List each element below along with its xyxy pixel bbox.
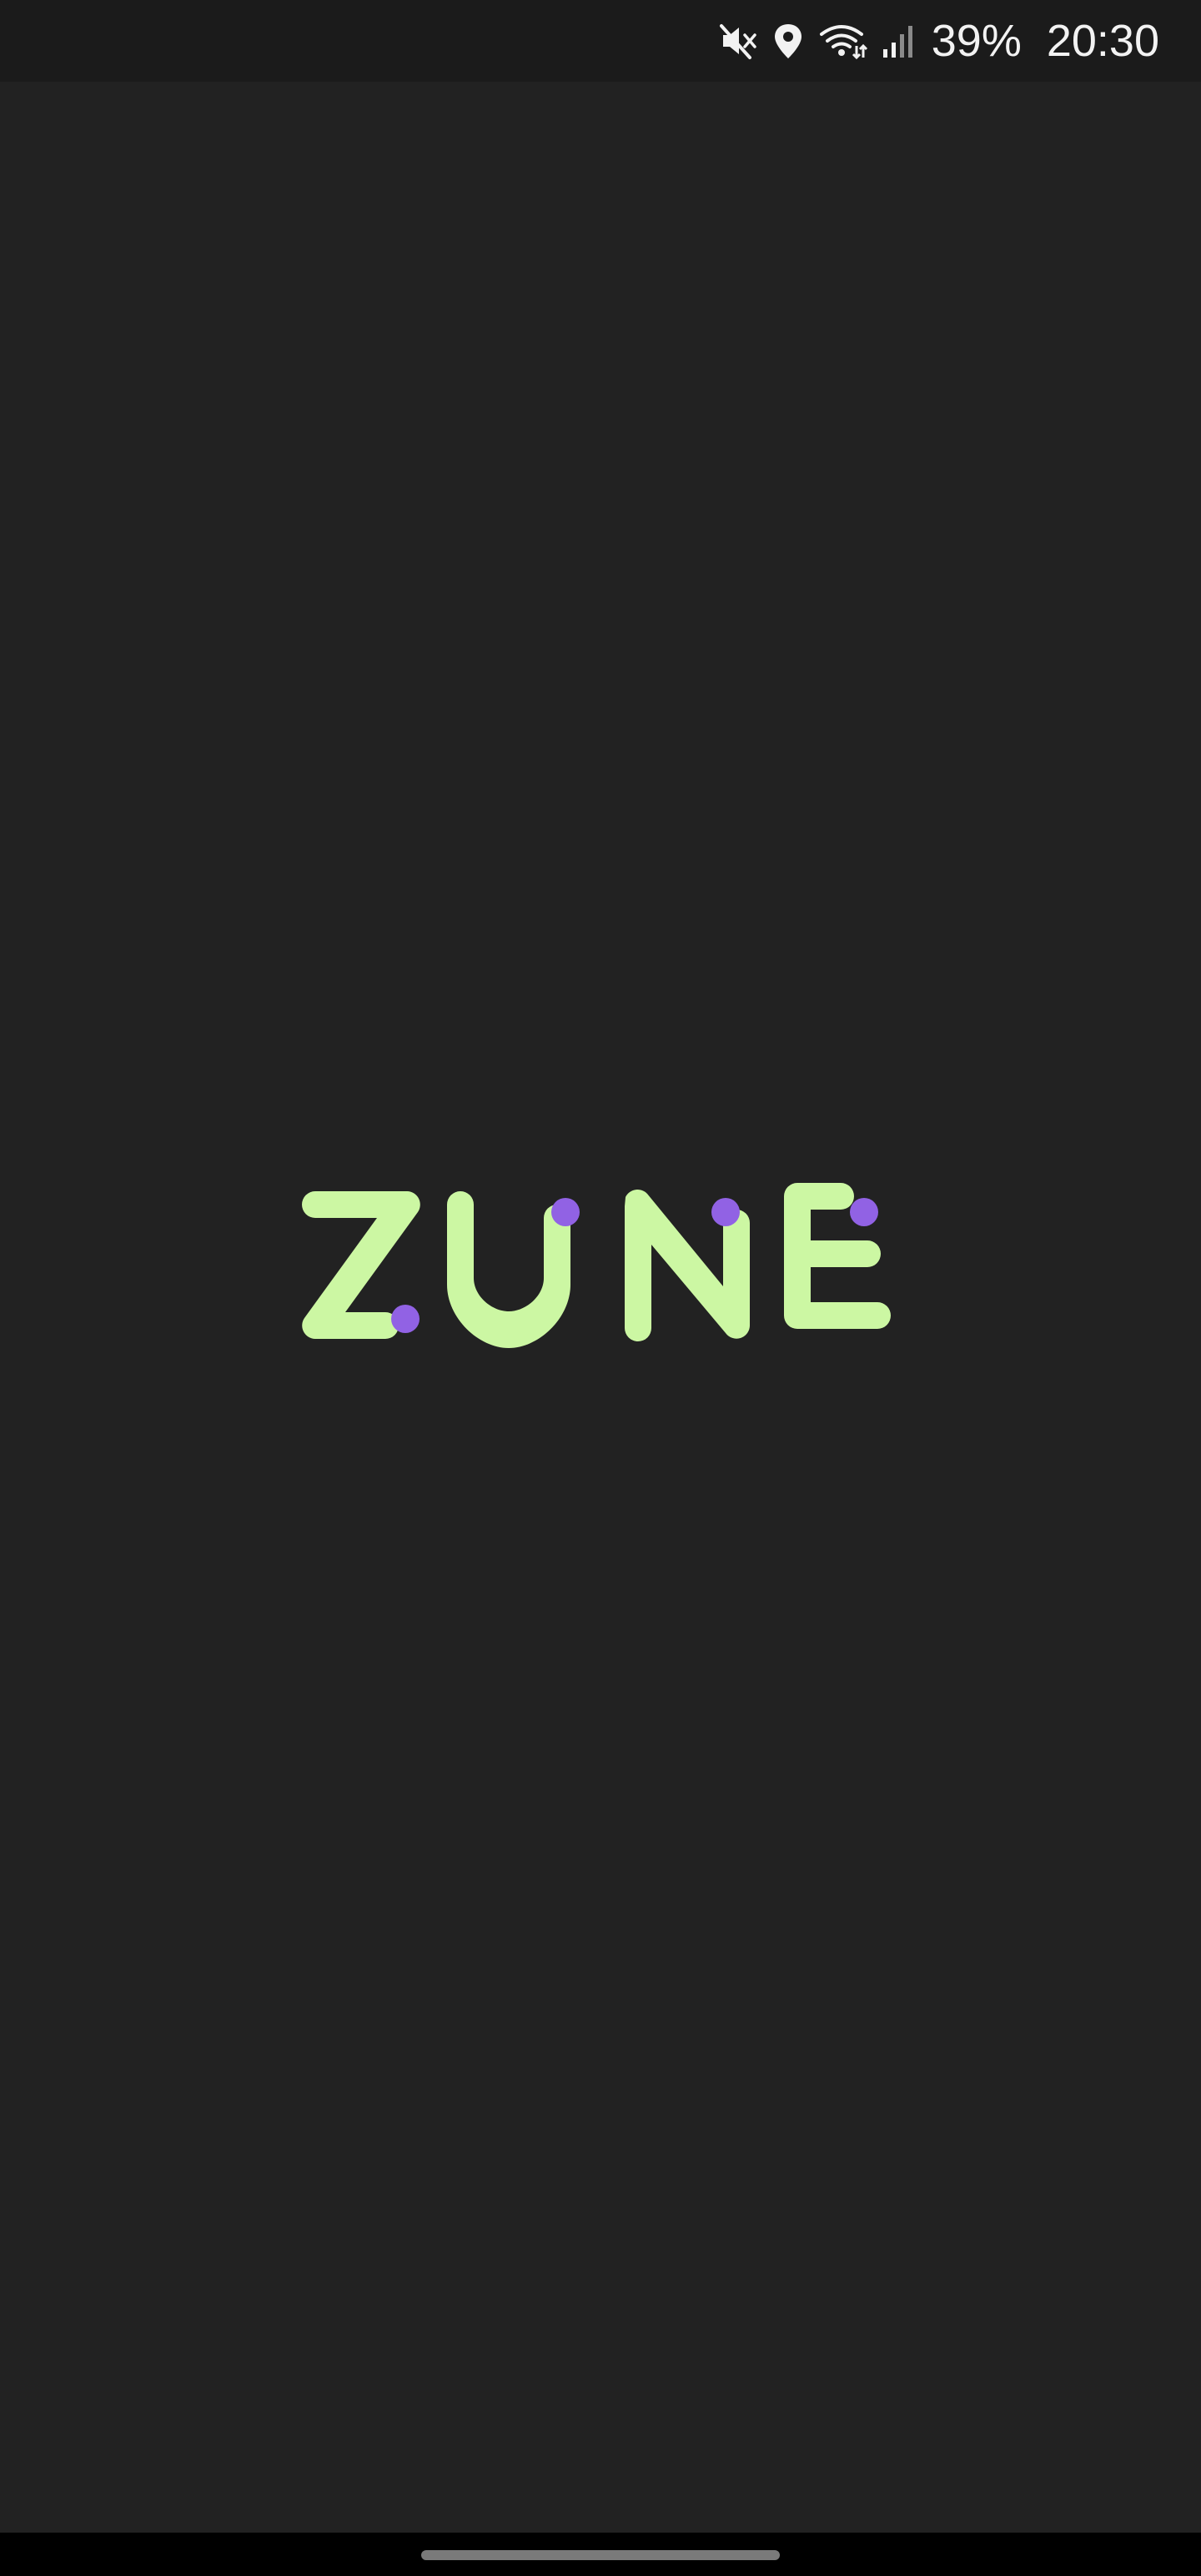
- status-icons: 39% 20:30: [718, 0, 1159, 82]
- logo-dot-z: [391, 1305, 420, 1333]
- battery-percentage: 39%: [931, 16, 1022, 66]
- status-bar: 39% 20:30: [0, 0, 1201, 82]
- signal-icon: [880, 21, 917, 61]
- location-icon: [770, 21, 807, 61]
- mute-icon: [718, 21, 758, 61]
- home-gesture-handle[interactable]: [421, 2550, 780, 2560]
- zune-logo: [302, 1183, 891, 1348]
- logo-dot-n: [711, 1198, 740, 1226]
- clock-time: 20:30: [1046, 16, 1159, 66]
- wifi-icon: [818, 21, 868, 61]
- logo-dot-e: [850, 1198, 878, 1226]
- logo-dot-u: [551, 1198, 580, 1226]
- navigation-bar: [0, 2533, 1201, 2576]
